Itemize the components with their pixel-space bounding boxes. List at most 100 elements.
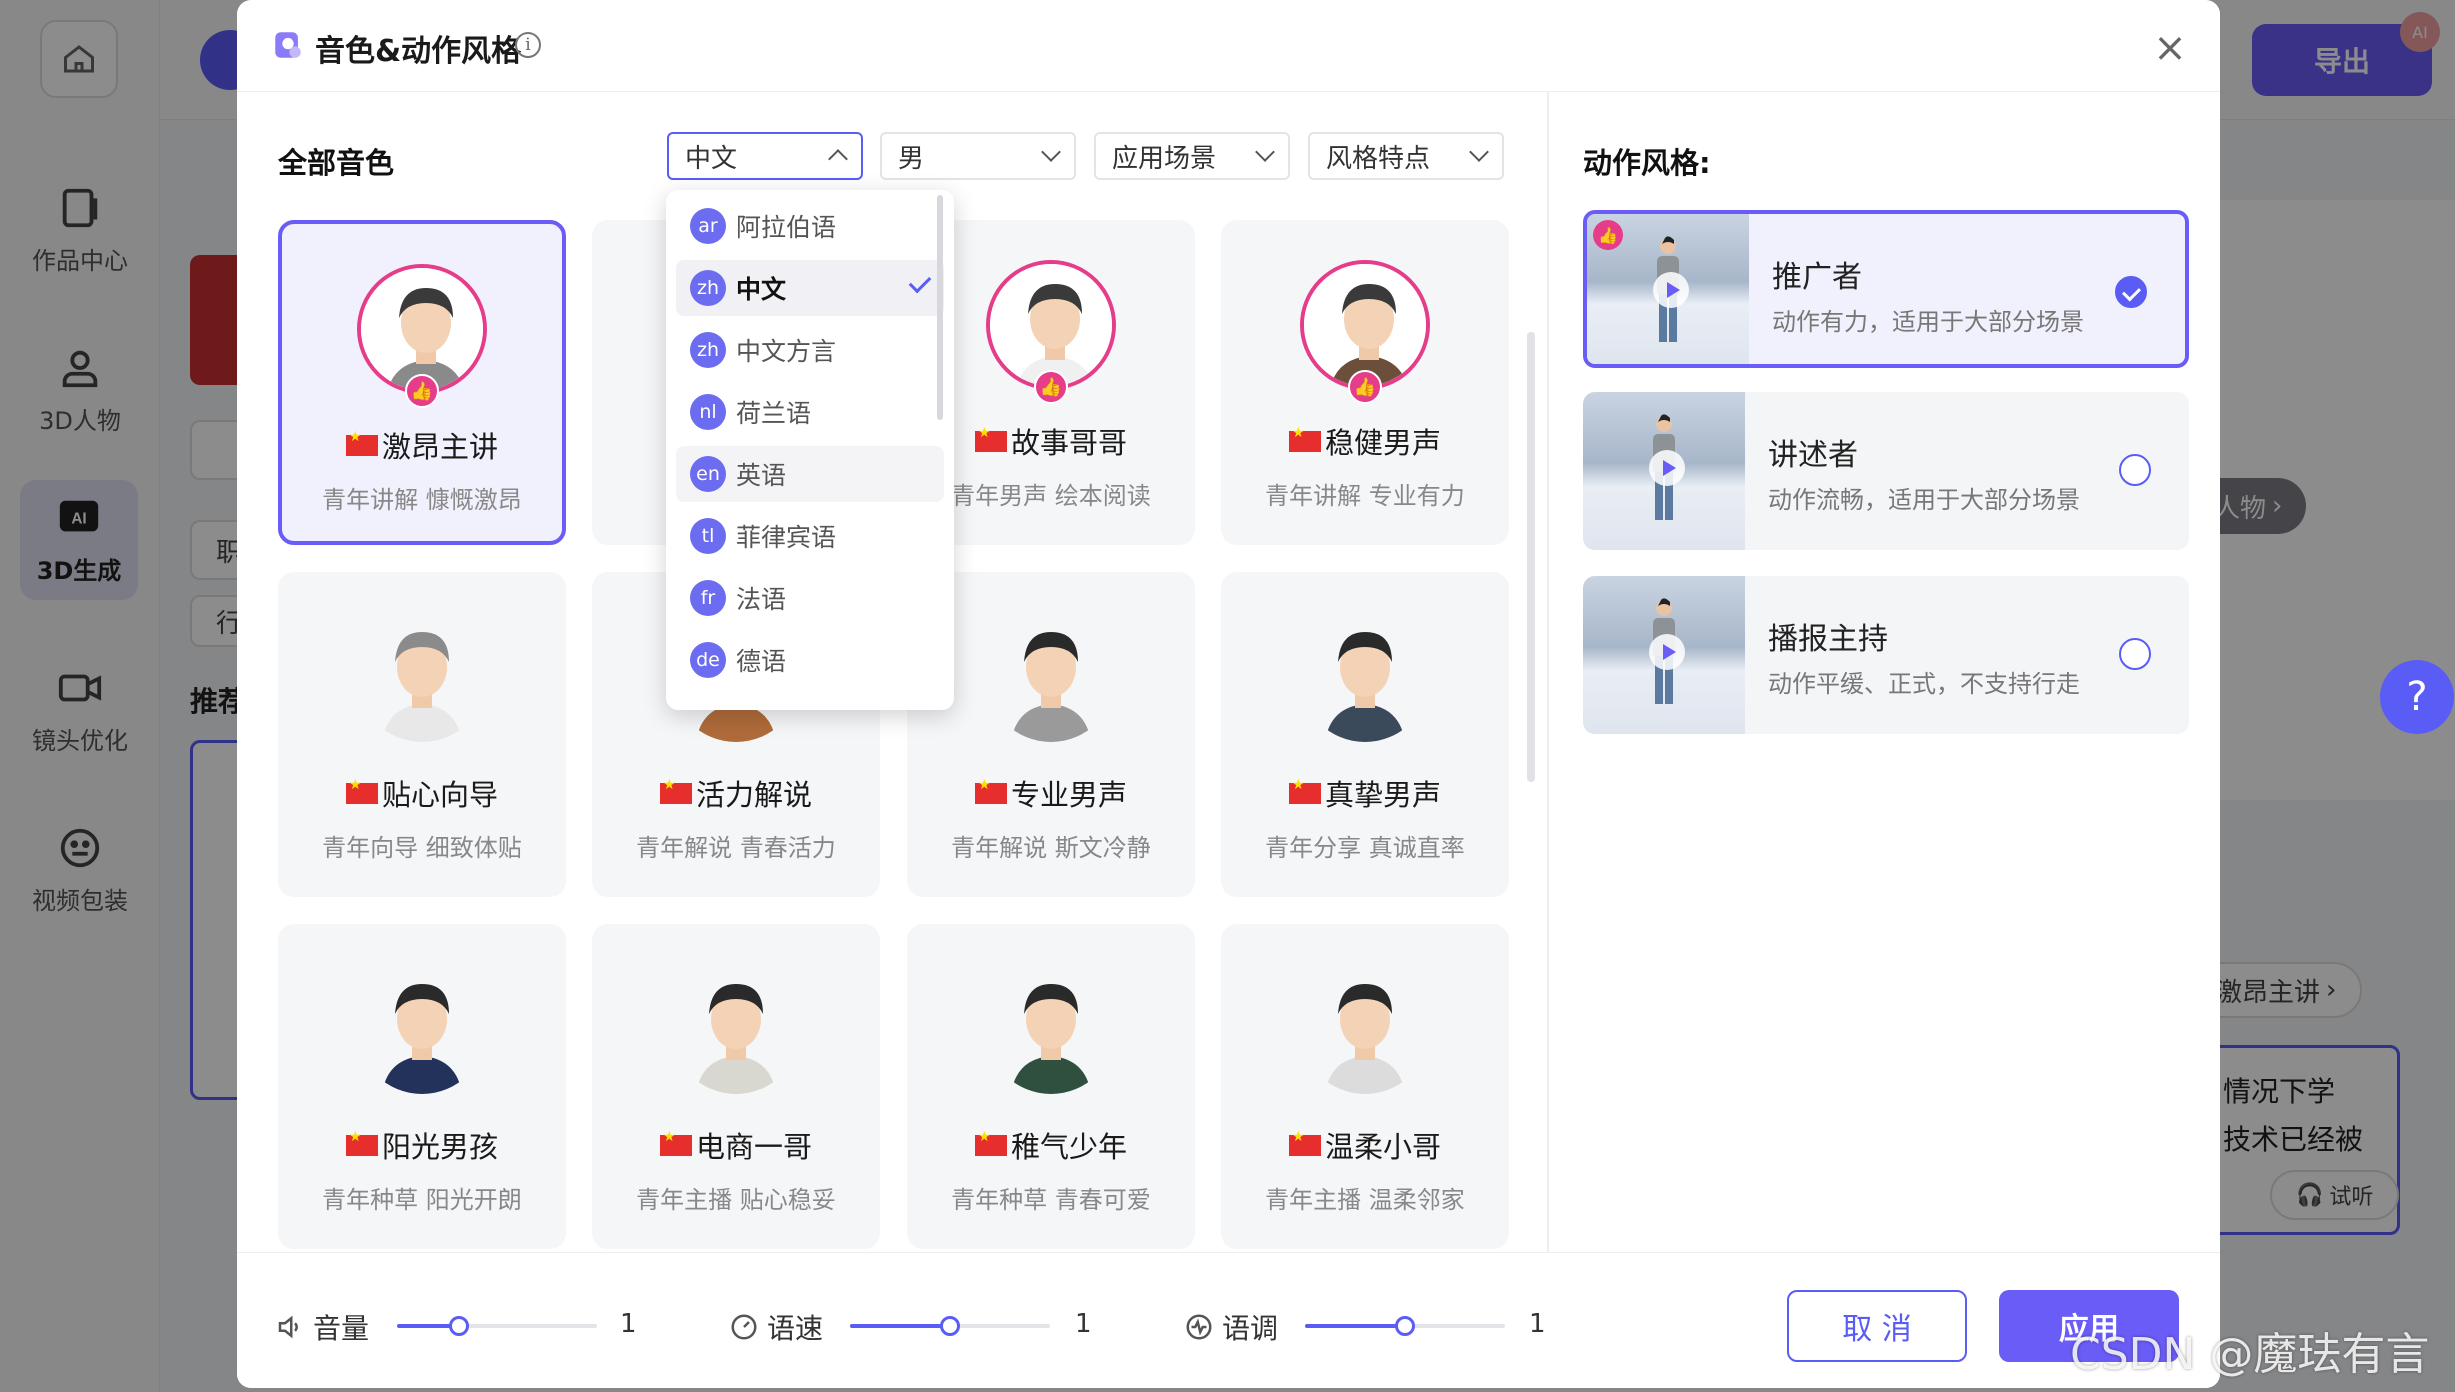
voice-name: 故事哥哥	[974, 420, 1127, 462]
language-option[interactable]: en 英语	[676, 446, 944, 502]
voice-desc: 青年种草 青春可爱	[951, 1186, 1151, 1214]
action-style-card[interactable]: 👍 推广者动作有力，适用于大部分场景	[1583, 210, 2189, 368]
style-filter[interactable]: 风格特点	[1308, 132, 1504, 180]
pitch-slider[interactable]	[1305, 1316, 1505, 1336]
language-filter[interactable]: 中文	[667, 132, 863, 180]
filter-value: 风格特点	[1326, 143, 1431, 174]
language-label: 法语	[736, 585, 787, 614]
voice-card[interactable]: 温柔小哥青年主播 温柔邻家	[1221, 924, 1509, 1249]
pitch-label: 语调	[1222, 1312, 1279, 1345]
style-preview-thumbnail[interactable]	[1583, 576, 1745, 734]
volume-control: 音量	[275, 1307, 369, 1347]
voice-name: 专业男声	[974, 772, 1127, 814]
slider-fill	[397, 1324, 457, 1328]
avatar-image	[1300, 964, 1430, 1094]
language-label: 阿拉伯语	[736, 213, 837, 242]
avatar: 👍	[986, 260, 1116, 404]
voice-desc: 青年种草 阳光开朗	[322, 1186, 522, 1214]
voice-name-text: 活力解说	[695, 778, 812, 812]
avatar-image	[986, 964, 1116, 1094]
close-button[interactable]: ×	[2152, 28, 2188, 68]
action-style-card[interactable]: 播报主持动作平缓、正式，不支持行走	[1583, 576, 2189, 734]
language-label: 荷兰语	[736, 399, 812, 428]
voice-card[interactable]: 👍 激昂主讲青年讲解 慷慨激昂	[278, 220, 566, 545]
avatar-image	[986, 612, 1116, 742]
language-option[interactable]: zh 中文	[676, 260, 944, 316]
language-code-badge: nl	[690, 394, 726, 430]
voice-card[interactable]: 电商一哥青年主播 贴心稳妥	[592, 924, 880, 1249]
language-code-badge: fr	[690, 580, 726, 616]
voice-card[interactable]: 稚气少年青年种草 青春可爱	[907, 924, 1195, 1249]
avatar	[671, 964, 801, 1094]
slider-thumb[interactable]	[1395, 1316, 1415, 1336]
avatar	[1300, 964, 1430, 1094]
avatar-image	[1300, 612, 1430, 742]
action-style-card[interactable]: 讲述者 动作流畅，适用于大部分场景	[1583, 392, 2189, 550]
language-code-badge: en	[690, 456, 726, 492]
question-icon: ?	[2406, 674, 2428, 720]
style-name: 播报主持	[1768, 622, 1888, 657]
scene-filter[interactable]: 应用场景	[1094, 132, 1290, 180]
chevron-up-icon	[828, 149, 848, 169]
language-option[interactable]: fr 法语	[676, 570, 944, 626]
language-code-badge: tl	[690, 518, 726, 554]
speed-slider[interactable]	[850, 1316, 1050, 1336]
modal-title: 音色&动作风格	[315, 34, 522, 69]
style-preview-thumbnail[interactable]: 👍	[1587, 214, 1749, 364]
voice-name: 贴心向导	[345, 772, 498, 814]
cancel-button[interactable]: 取 消	[1787, 1290, 1967, 1362]
slider-thumb[interactable]	[449, 1316, 469, 1336]
language-option[interactable]: tl 菲律宾语	[676, 508, 944, 564]
china-flag-icon	[974, 1129, 1007, 1156]
style-radio[interactable]	[2119, 638, 2151, 670]
language-option[interactable]: de 德语	[676, 632, 944, 688]
play-icon[interactable]	[1649, 634, 1685, 670]
slider-fill	[1305, 1324, 1405, 1328]
filter-value: 应用场景	[1112, 143, 1217, 174]
language-label: 菲律宾语	[736, 523, 837, 552]
style-name: 推广者	[1772, 260, 1862, 295]
voice-card[interactable]: 真挚男声青年分享 真诚直率	[1221, 572, 1509, 897]
filter-value: 男	[898, 143, 925, 174]
wave-icon	[1186, 1314, 1212, 1340]
panel-heading: 动作风格:	[1583, 146, 1711, 180]
pitch-value: 1	[1529, 1309, 1546, 1339]
style-radio[interactable]	[2115, 276, 2147, 308]
volume-value: 1	[620, 1309, 637, 1339]
voice-name-text: 稚气少年	[1010, 1130, 1127, 1164]
voice-list-scrollbar[interactable]	[1527, 332, 1535, 782]
language-option[interactable]: ar 阿拉伯语	[676, 198, 944, 254]
voice-card[interactable]: 贴心向导青年向导 细致体贴	[278, 572, 566, 897]
voice-name: 真挚男声	[1288, 772, 1441, 814]
voice-desc: 青年解说 斯文冷静	[951, 834, 1151, 862]
china-flag-icon	[345, 429, 378, 456]
speed-control: 语速	[729, 1307, 823, 1347]
china-flag-icon	[345, 1129, 378, 1156]
play-icon[interactable]	[1653, 272, 1689, 308]
china-flag-icon	[1288, 1129, 1321, 1156]
help-button[interactable]: ?	[2380, 660, 2454, 734]
style-preview-thumbnail[interactable]	[1583, 392, 1745, 550]
avatar-image	[357, 612, 487, 742]
china-flag-icon	[1288, 425, 1321, 452]
pitch-control: 语调	[1184, 1307, 1278, 1347]
speed-label: 语速	[767, 1312, 824, 1345]
language-option[interactable]: nl 荷兰语	[676, 384, 944, 440]
info-icon[interactable]: i	[515, 32, 541, 58]
style-desc: 动作有力，适用于大部分场景	[1772, 308, 2084, 336]
style-radio[interactable]	[2119, 454, 2151, 486]
language-option[interactable]: zh 中文方言	[676, 322, 944, 378]
play-icon[interactable]	[1649, 450, 1685, 486]
avatar-frame	[671, 964, 801, 1094]
voice-card[interactable]: 阳光男孩青年种草 阳光开朗	[278, 924, 566, 1249]
voice-name: 活力解说	[659, 772, 812, 814]
dropdown-scrollbar[interactable]	[937, 195, 943, 420]
style-desc: 动作平缓、正式，不支持行走	[1768, 670, 2080, 698]
volume-slider[interactable]	[397, 1316, 597, 1336]
slider-thumb[interactable]	[940, 1316, 960, 1336]
voice-name: 稳健男声	[1288, 420, 1441, 462]
gender-filter[interactable]: 男	[880, 132, 1076, 180]
avatar: 👍	[1300, 260, 1430, 404]
voice-name: 温柔小哥	[1288, 1124, 1441, 1166]
voice-card[interactable]: 👍 稳健男声青年讲解 专业有力	[1221, 220, 1509, 545]
